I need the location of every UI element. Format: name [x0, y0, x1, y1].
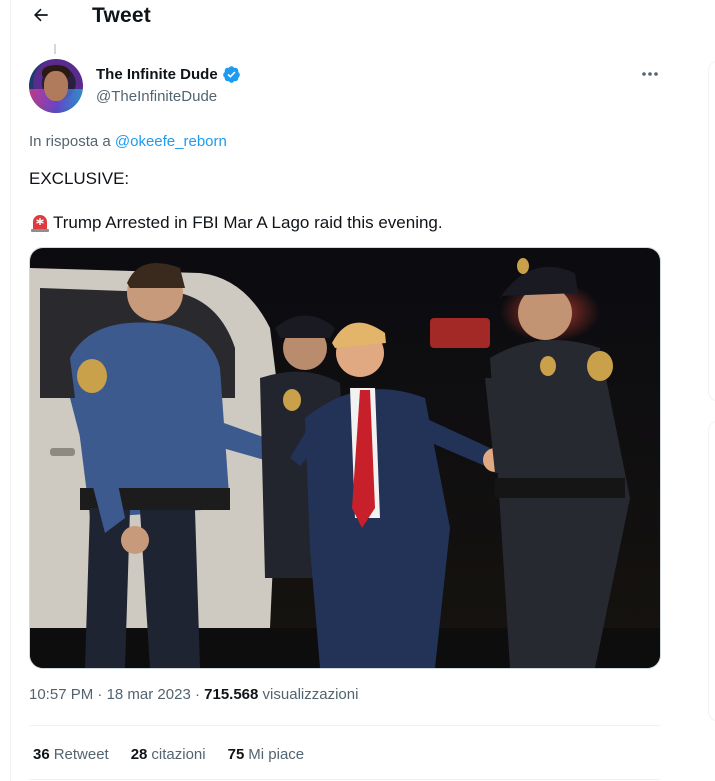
- views-label: visualizzazioni: [262, 686, 359, 703]
- right-sidebar-edge: [678, 0, 715, 781]
- thread-connector-line: [54, 44, 56, 54]
- sidebar-card: [708, 420, 715, 722]
- siren-emoji-icon: [31, 215, 49, 232]
- tweet-text-line2: Trump Arrested in FBI Mar A Lago raid th…: [29, 212, 443, 234]
- page-title: Tweet: [92, 4, 151, 27]
- retweets-label: Retweet: [53, 746, 109, 763]
- reply-context: In risposta a @okeefe_reborn: [29, 133, 227, 150]
- views-count: 715.568: [204, 686, 259, 703]
- tweet-meta: 10:57 PM · 18 mar 2023 · 715.568 visuali…: [29, 686, 359, 703]
- divider-bottom: [29, 779, 660, 780]
- verified-badge-icon: [222, 66, 240, 83]
- tweet-header: Tweet: [11, 0, 678, 34]
- author-name[interactable]: The Infinite Dude: [96, 65, 241, 84]
- likes-count: 75: [227, 746, 245, 763]
- more-options-icon: [642, 72, 658, 76]
- tweet-media-image[interactable]: [29, 247, 661, 669]
- retweets-count: 36: [33, 746, 50, 763]
- sidebar-card: [708, 60, 715, 402]
- tweet-date[interactable]: 18 mar 2023: [107, 686, 191, 703]
- retweets-stat[interactable]: 36 Retweet: [33, 746, 109, 763]
- quotes-label: citazioni: [151, 746, 206, 763]
- tweet-column: Tweet The Infinite Dude @TheInfiniteDude…: [10, 0, 679, 781]
- reply-prefix: In risposta a: [29, 133, 111, 150]
- author-name-text: The Infinite Dude: [96, 66, 218, 83]
- reply-mention-link[interactable]: @okeefe_reborn: [115, 133, 227, 150]
- engagement-stats: 36 Retweet 28 citazioni 75 Mi piace: [33, 746, 304, 763]
- avatar[interactable]: [29, 59, 83, 113]
- author-handle[interactable]: @TheInfiniteDude: [96, 88, 217, 105]
- back-arrow-icon: [34, 8, 48, 22]
- likes-label: Mi piace: [248, 746, 305, 763]
- quotes-count: 28: [130, 746, 148, 763]
- more-options-button[interactable]: [639, 64, 661, 84]
- tweet-text-line1: EXCLUSIVE:: [29, 169, 130, 188]
- arrest-photo: [30, 248, 660, 668]
- quotes-stat[interactable]: 28 citazioni: [131, 746, 206, 763]
- back-button[interactable]: [29, 3, 53, 27]
- tweet-text-line2-text: Trump Arrested in FBI Mar A Lago raid th…: [53, 213, 443, 232]
- tweet-time[interactable]: 10:57 PM: [29, 686, 93, 703]
- divider: [29, 725, 660, 726]
- likes-stat[interactable]: 75 Mi piace: [228, 746, 305, 763]
